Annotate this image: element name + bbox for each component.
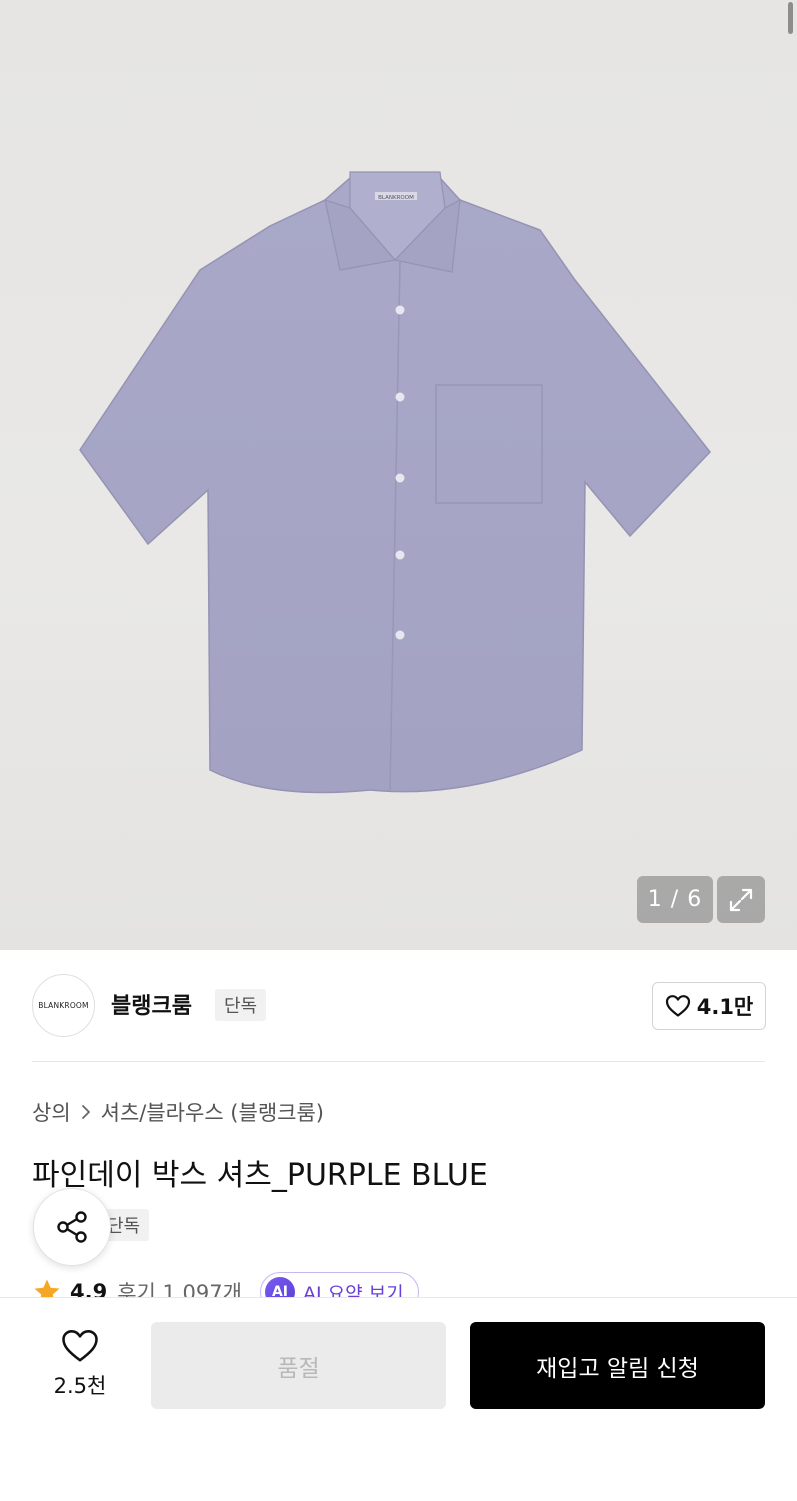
brand-logo-text: BLANKROOM (38, 1001, 89, 1010)
bottom-action-bar: 2.5천 품절 재입고 알림 신청 (0, 1297, 797, 1501)
scrollbar[interactable] (788, 2, 793, 34)
wishlist-count: 2.5천 (53, 1374, 107, 1398)
divider (32, 1061, 765, 1062)
share-button[interactable] (33, 1188, 111, 1266)
heart-icon (665, 995, 690, 1017)
restock-alert-button[interactable]: 재입고 알림 신청 (470, 1322, 765, 1409)
heart-icon (62, 1330, 98, 1362)
expand-image-button[interactable] (717, 876, 765, 923)
breadcrumb: 상의 셔츠/블라우스 (블랭크룸) (32, 1097, 324, 1127)
shirt-label: BLANKROOM (378, 195, 414, 201)
brand-logo[interactable]: BLANKROOM (32, 974, 95, 1037)
brand-like-button[interactable]: 4.1만 (652, 982, 766, 1030)
expand-icon (729, 888, 753, 911)
wishlist-button[interactable]: 2.5천 (40, 1328, 120, 1400)
brand-like-count: 4.1만 (696, 995, 754, 1019)
product-image: BLANKROOM (79, 171, 711, 794)
breadcrumb-item-category[interactable]: 상의 (32, 1097, 71, 1127)
product-image-gallery[interactable]: BLANKROOM 1 / 6 (0, 0, 797, 950)
breadcrumb-item-subcategory[interactable]: 셔츠/블라우스 (블랭크룸) (101, 1097, 324, 1127)
share-icon (57, 1211, 87, 1243)
brand-name[interactable]: 블랭크룸 (111, 988, 192, 1020)
image-counter: 1 / 6 (637, 876, 713, 923)
soldout-button[interactable]: 품절 (151, 1322, 446, 1409)
product-title: 파인데이 박스 셔츠_PURPLE BLUE (32, 1158, 488, 1193)
chevron-right-icon (81, 1105, 90, 1119)
brand-exclusive-badge: 단독 (215, 989, 267, 1021)
